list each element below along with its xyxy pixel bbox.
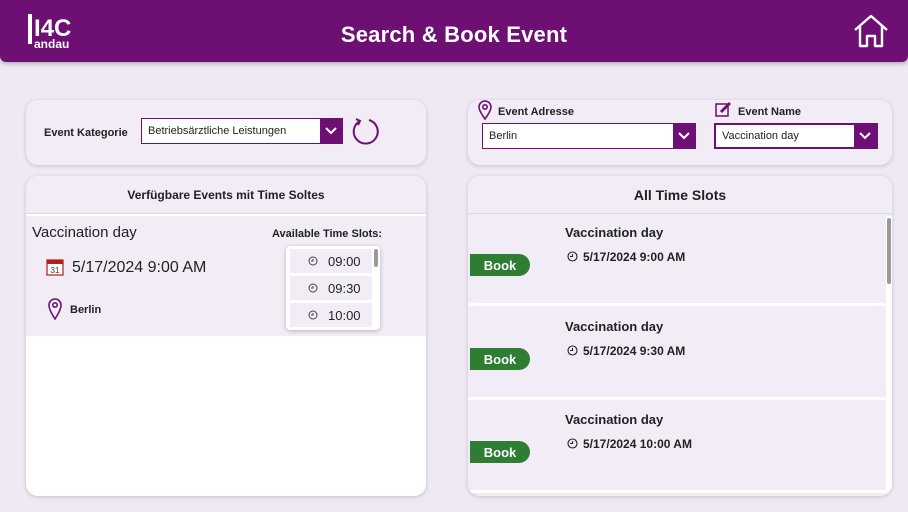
app-header: I4C andau Search & Book Event [0,0,908,62]
list-item: Book Vaccination day 5/17/2024 10:00 AM [468,403,886,493]
address-name-filter-card: Event Adresse Berlin Event Name Vaccinat… [468,100,892,165]
slot-time: 09:00 [328,253,361,269]
address-dropdown[interactable]: Berlin [482,123,696,149]
slot-item[interactable]: 09:30 [290,276,372,300]
chevron-down-icon [854,125,876,147]
calendar-icon: 31 [46,258,64,276]
edit-icon [715,101,732,117]
slot-datetime: 5/17/2024 9:30 AM [583,344,686,358]
event-name-label: Event Name [738,106,801,118]
clock-icon [308,310,318,320]
event-name: Vaccination day [32,224,137,241]
event-name-dropdown[interactable]: Vaccination day [714,123,878,149]
all-time-slots-panel: All Time Slots Book Vaccination day 5/17… [468,176,892,496]
slot-event-name: Vaccination day [565,225,664,240]
address-value: Berlin [489,130,518,142]
slot-event-name: Vaccination day [565,319,664,334]
scrollbar-thumb[interactable] [887,218,891,284]
available-slots-label: Available Time Slots: [272,228,383,240]
available-events-title: Verfügbare Events mit Time Soltes [26,176,426,214]
clock-icon [567,251,578,262]
available-events-panel: Verfügbare Events mit Time Soltes Vaccin… [26,176,426,496]
clock-icon [308,256,318,266]
list-item: Book Vaccination day 5/17/2024 9:00 AM [468,216,886,306]
address-label: Event Adresse [498,106,575,118]
event-card: Vaccination day 31 5/17/2024 9:00 AM Ber… [26,216,426,336]
list-item: Book Vaccination day 5/17/2024 9:30 AM [468,310,886,400]
map-pin-icon [478,100,492,121]
book-button[interactable]: Book [470,254,530,276]
clock-icon [308,283,318,293]
slot-time: 10:00 [328,307,361,323]
slots-scrollbar[interactable] [374,249,378,267]
refresh-icon[interactable] [350,116,380,146]
category-value: Betriebsärztliche Leistungen [148,125,287,137]
slot-event-name: Vaccination day [565,412,664,427]
slots-list: 09:00 09:30 10:00 [286,246,380,330]
event-name-value: Vaccination day [722,130,799,142]
event-date: 5/17/2024 9:00 AM [72,259,207,276]
book-button[interactable]: Book [470,441,530,463]
clock-icon [567,438,578,449]
slot-item[interactable]: 09:00 [290,249,372,273]
clock-icon [567,345,578,356]
slot-datetime: 5/17/2024 9:00 AM [583,250,686,264]
slot-item[interactable]: 10:00 [290,303,372,327]
svg-text:31: 31 [51,266,60,275]
map-pin-icon [48,298,62,321]
slot-datetime: 5/17/2024 10:00 AM [583,437,692,451]
chevron-down-icon [673,124,695,148]
book-button[interactable]: Book [470,348,530,370]
slot-time: 09:30 [328,280,361,296]
category-filter-card: Event Kategorie Betriebsärztliche Leistu… [26,100,426,165]
home-icon[interactable] [852,12,890,50]
category-label: Event Kategorie [44,127,128,139]
time-slots-list: Book Vaccination day 5/17/2024 9:00 AM B… [468,216,892,496]
event-location: Berlin [70,304,102,316]
all-time-slots-title: All Time Slots [468,176,892,214]
category-dropdown[interactable]: Betriebsärztliche Leistungen [141,118,343,144]
chevron-down-icon [320,119,342,143]
page-title: Search & Book Event [340,22,568,47]
